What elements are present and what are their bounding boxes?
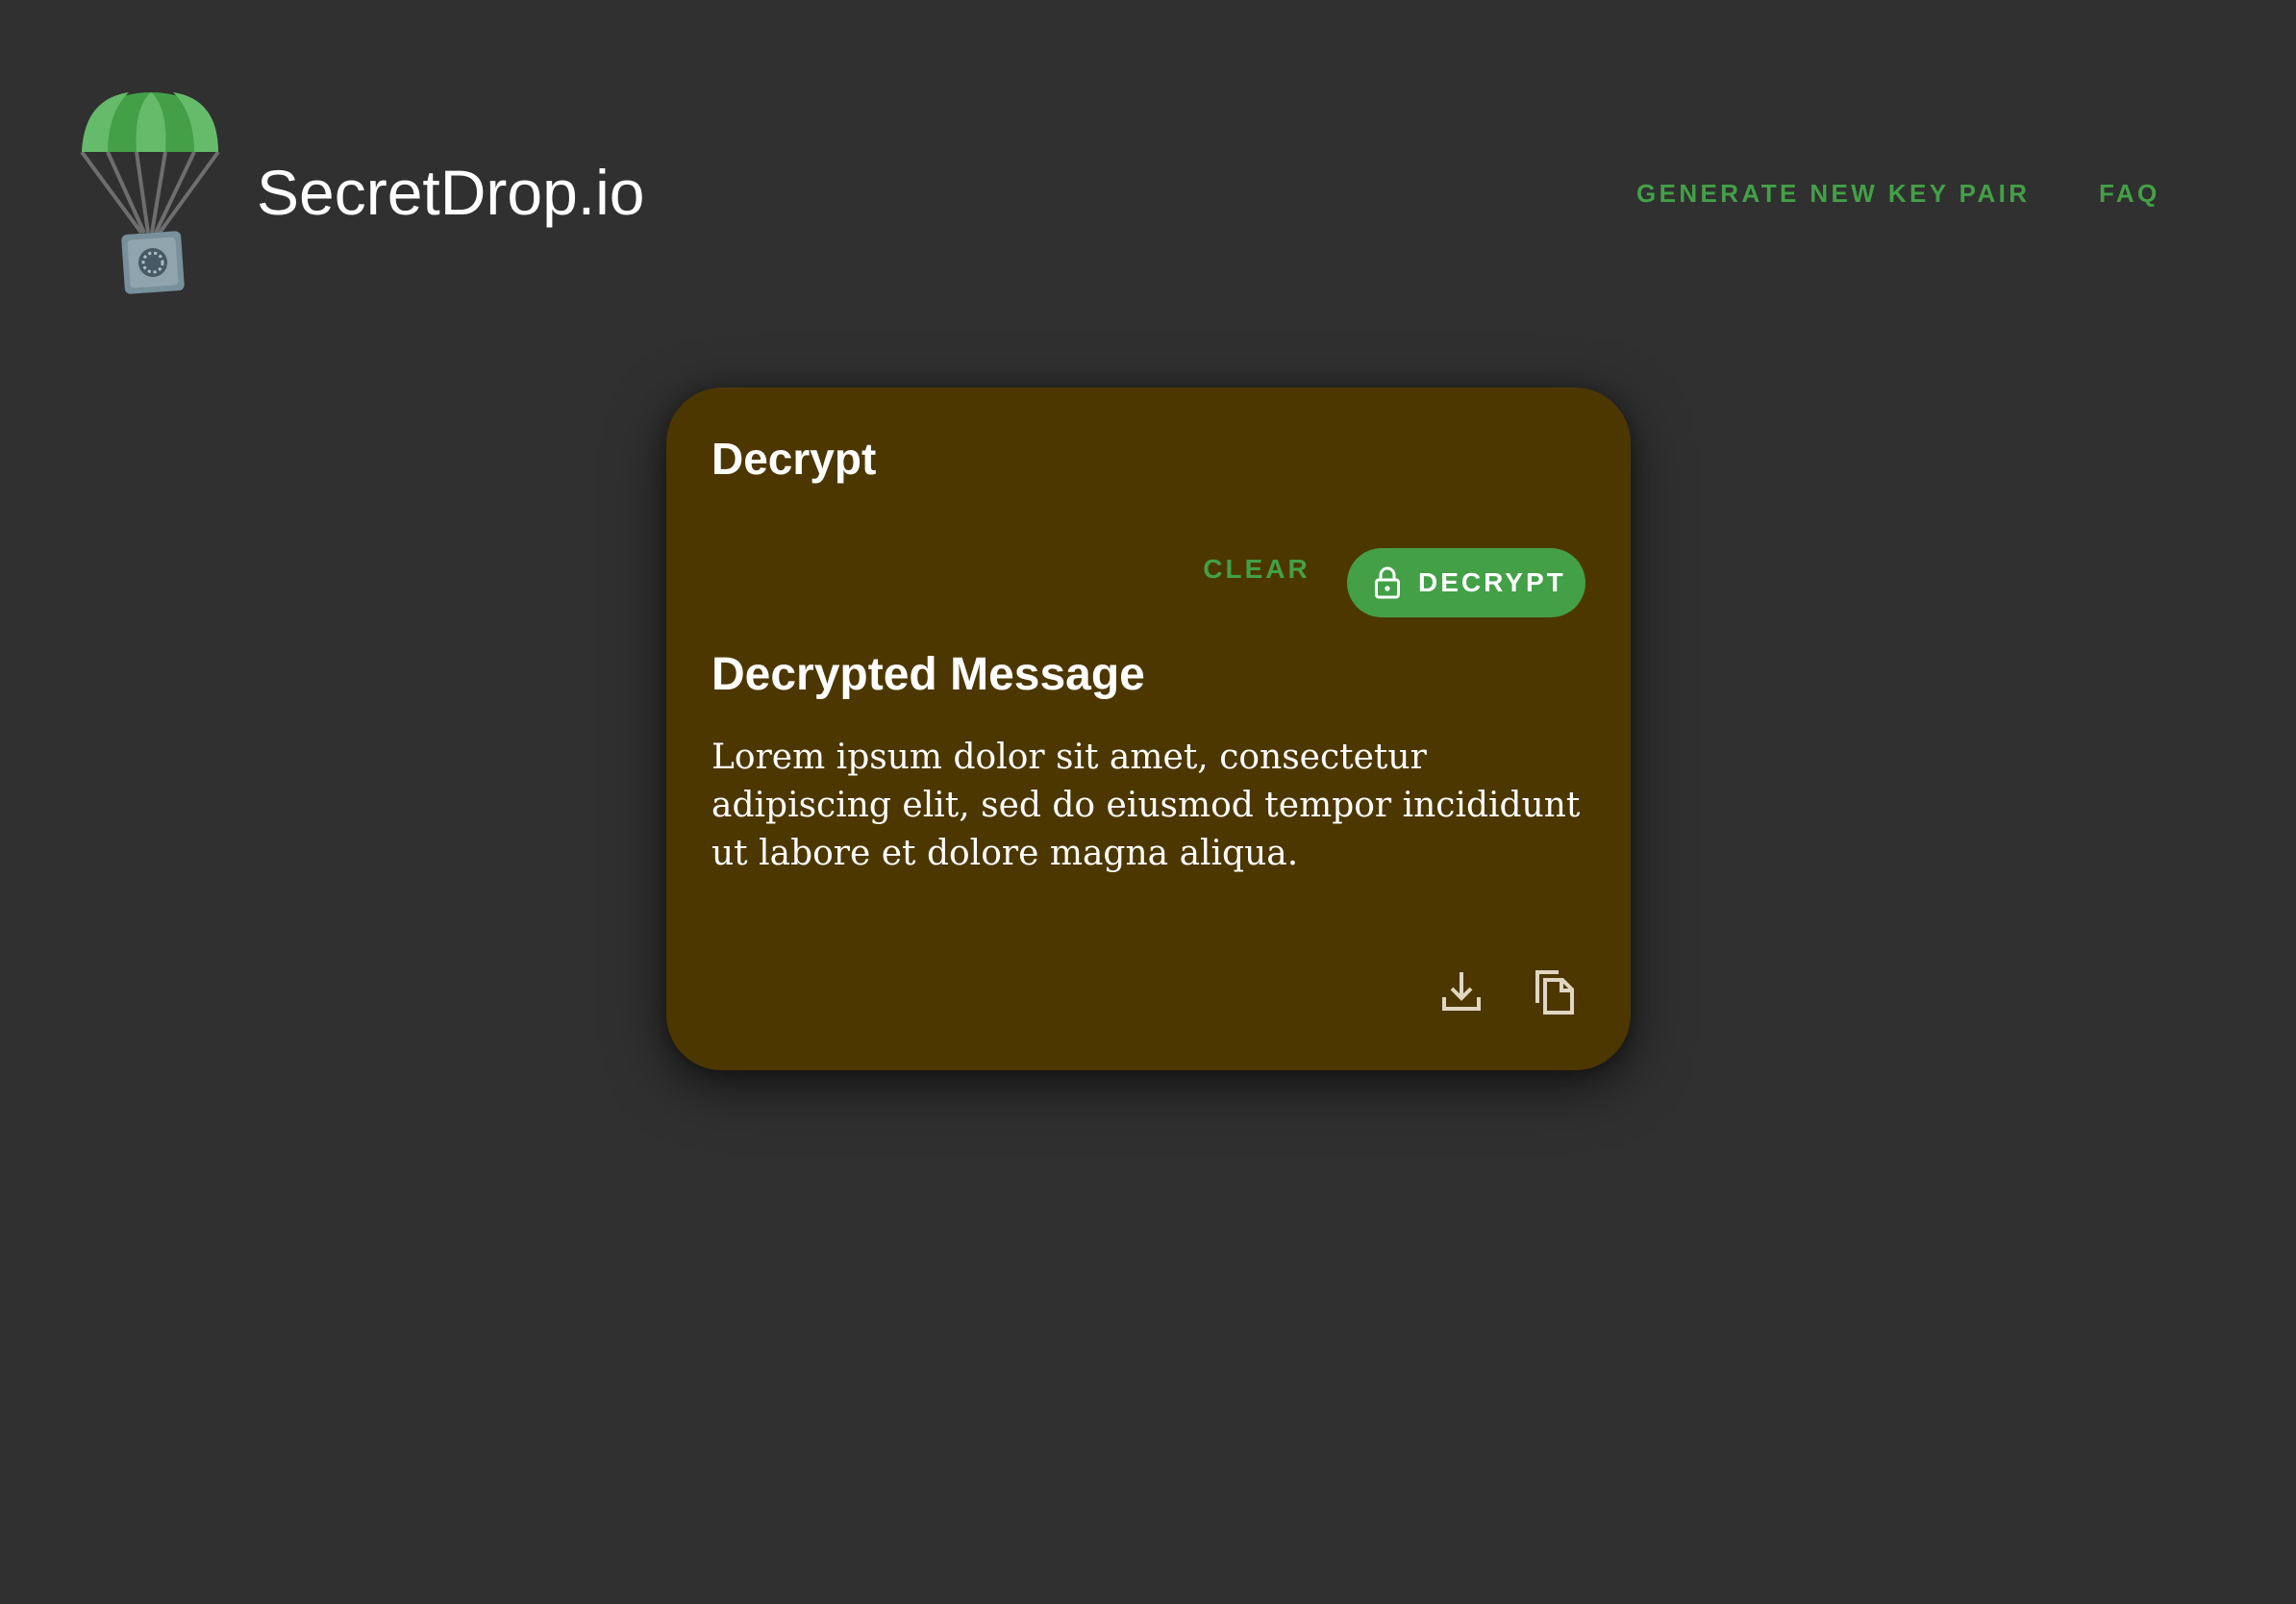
lock-icon: [1375, 566, 1400, 599]
copy-icon[interactable]: [1530, 966, 1576, 1016]
decrypt-button[interactable]: DECRYPT: [1347, 548, 1585, 617]
decrypted-message-text: Lorem ipsum dolor sit amet, consectetur …: [711, 738, 1581, 873]
clear-button[interactable]: CLEAR: [1182, 547, 1332, 591]
card-title: Decrypt: [711, 434, 877, 484]
decrypt-button-label: DECRYPT: [1418, 567, 1566, 597]
download-icon[interactable]: [1438, 966, 1485, 1016]
decrypt-card: Decrypt CLEAR DECRYPT Decrypted Message …: [666, 388, 1631, 1070]
decrypted-message-title: Decrypted Message: [711, 649, 1145, 700]
parachute-safe-logo-icon: [80, 92, 220, 294]
nav-faq[interactable]: FAQ: [2099, 176, 2160, 211]
brand-name: SecretDrop.io: [257, 157, 645, 228]
nav-generate-key-pair[interactable]: GENERATE NEW KEY PAIR: [1636, 176, 2030, 211]
